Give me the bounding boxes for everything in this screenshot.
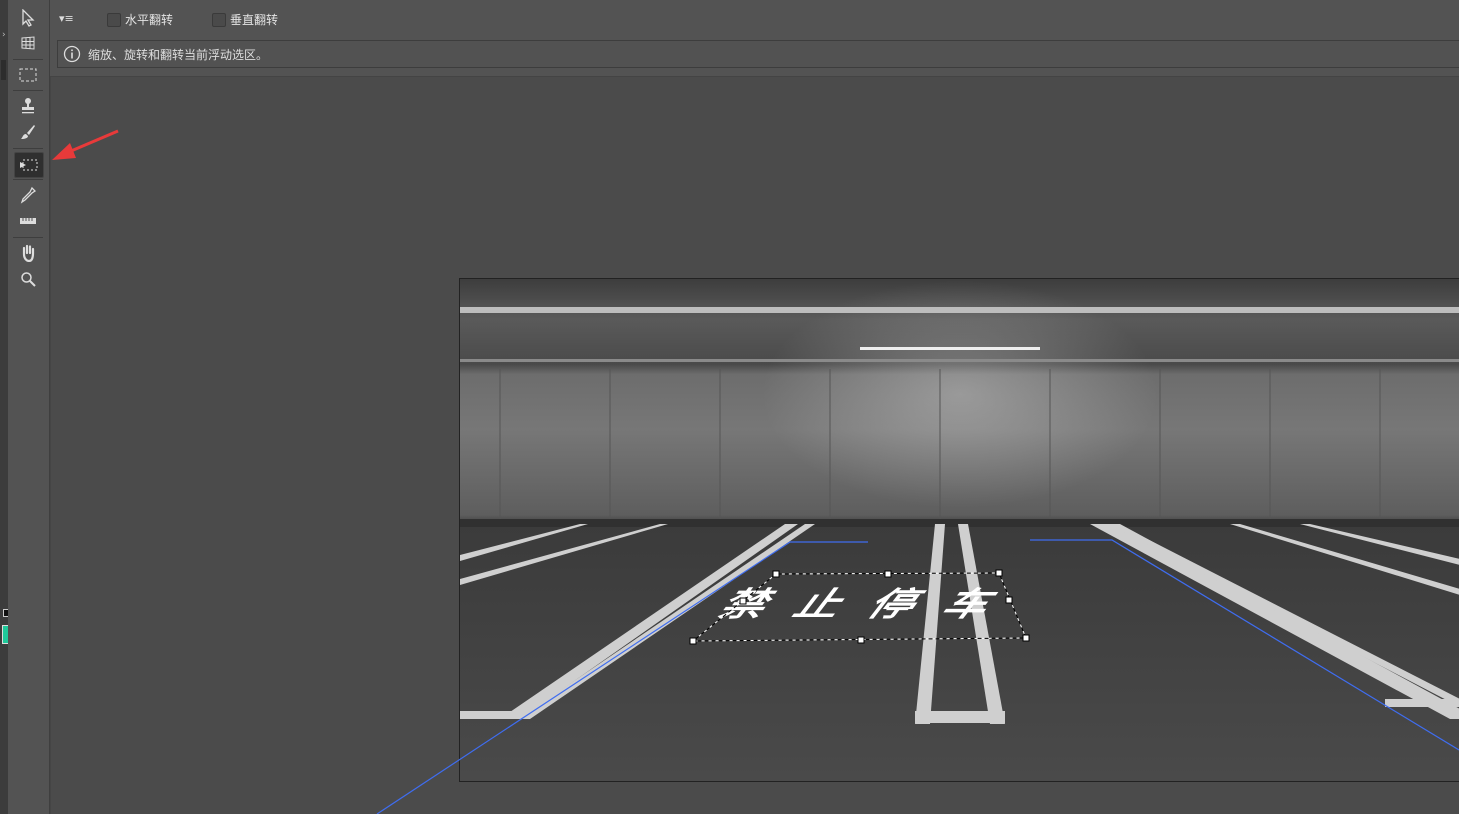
transform-tool[interactable] bbox=[14, 152, 44, 178]
eyedropper-tool[interactable] bbox=[14, 183, 42, 207]
eyedropper-icon bbox=[20, 186, 36, 204]
magnifier-icon bbox=[21, 272, 36, 287]
parking-scene bbox=[460, 307, 1459, 724]
hand-icon bbox=[22, 244, 35, 262]
expand-arrow-icon[interactable]: › bbox=[2, 30, 6, 40]
flip-vertical-label[interactable]: 垂直翻转 bbox=[230, 11, 278, 28]
brush-icon bbox=[21, 125, 35, 139]
flyout-menu-icon[interactable]: ▾≡ bbox=[59, 12, 74, 25]
tools-panel bbox=[8, 0, 50, 814]
grid-plane-icon bbox=[21, 36, 35, 50]
measure-tool[interactable] bbox=[14, 209, 42, 233]
info-text: 缩放、旋转和翻转当前浮动选区。 bbox=[88, 48, 269, 62]
info-icon bbox=[63, 45, 81, 63]
marquee-tool[interactable] bbox=[14, 63, 42, 87]
flip-vertical-checkbox[interactable] bbox=[212, 13, 226, 27]
marquee-icon bbox=[19, 68, 37, 82]
info-bar: 缩放、旋转和翻转当前浮动选区。 bbox=[57, 40, 1459, 68]
flip-horizontal-checkbox[interactable] bbox=[107, 13, 121, 27]
flip-horizontal-label[interactable]: 水平翻转 bbox=[125, 11, 173, 28]
edit-plane-tool[interactable] bbox=[14, 6, 42, 30]
preview-image[interactable]: 禁止停车 bbox=[459, 278, 1459, 782]
hand-tool[interactable] bbox=[14, 241, 42, 265]
floor-text: 禁止停车 bbox=[710, 585, 1037, 624]
stamp-icon bbox=[22, 98, 34, 114]
transform-selection-icon bbox=[20, 159, 38, 171]
options-bar: ▾≡ 水平翻转 垂直翻转 bbox=[50, 0, 1459, 38]
arrow-pointer-icon bbox=[22, 9, 35, 27]
ruler-icon bbox=[20, 218, 36, 224]
panel-tab[interactable] bbox=[1, 60, 6, 80]
brush-tool[interactable] bbox=[14, 120, 42, 144]
zoom-tool[interactable] bbox=[14, 267, 42, 291]
stamp-tool[interactable] bbox=[14, 94, 42, 118]
create-plane-tool[interactable] bbox=[14, 31, 42, 55]
